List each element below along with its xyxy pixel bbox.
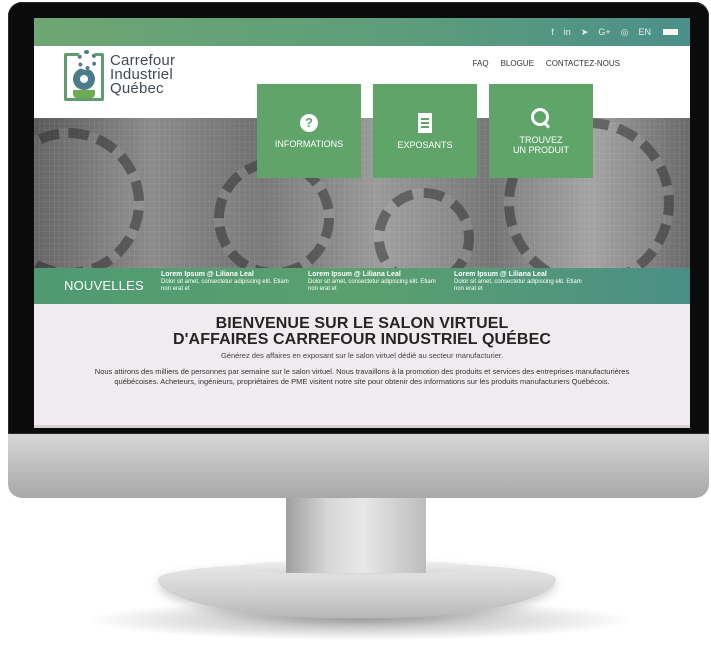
top-bar: f in ➤ G+ ◎ EN xyxy=(34,18,690,46)
main-nav: FAQ BLOGUE CONTACTEZ-NOUS xyxy=(473,59,620,68)
tile-exposants[interactable]: EXPOSANTS xyxy=(373,84,477,178)
language-switch[interactable]: EN xyxy=(638,27,651,37)
tile-trouvez-produit[interactable]: TROUVEZ UN PRODUIT xyxy=(489,84,593,178)
tile-informations-label: INFORMATIONS xyxy=(274,138,344,149)
tile-exposants-label: EXPOSANTS xyxy=(397,139,453,150)
facebook-icon[interactable]: f xyxy=(551,27,554,37)
welcome-paragraph: Nous attirons des milliers de personnes … xyxy=(94,367,630,386)
news-title: NOUVELLES xyxy=(64,278,144,293)
news-item-text: Dolor sit amet, consectetur adipiscing e… xyxy=(454,279,582,292)
logo-wordmark: Carrefour Industriel Québec xyxy=(110,53,175,97)
monitor-chin xyxy=(8,432,709,498)
tile-trouvez-label-2: UN PRODUIT xyxy=(513,144,569,155)
news-strip: NOUVELLES Lorem Ipsum @ Liliana Leal Dol… xyxy=(34,268,690,304)
gear-background-shape xyxy=(34,128,144,268)
gear-background-shape xyxy=(374,188,474,268)
gear-flask-logo-icon xyxy=(64,50,104,101)
welcome-heading-line-2: D'AFFAIRES CARREFOUR INDUSTRIEL QUÉBEC xyxy=(173,331,551,348)
twitter-icon[interactable]: ➤ xyxy=(581,27,589,37)
question-icon: ? xyxy=(300,113,318,132)
news-item-text: Dolor sit amet, consectetur adipiscing e… xyxy=(308,279,436,292)
news-item-title: Lorem Ipsum @ Liliana Leal xyxy=(308,271,401,278)
google-plus-icon[interactable]: G+ xyxy=(598,27,610,37)
news-item[interactable]: Lorem Ipsum @ Liliana Leal Dolor sit ame… xyxy=(308,271,438,293)
website-screen: f in ➤ G+ ◎ EN Carrefour Industriel Québ… xyxy=(34,18,690,428)
welcome-section: BIENVENUE SUR LE SALON VIRTUEL D'AFFAIRE… xyxy=(34,304,690,428)
news-item[interactable]: Lorem Ipsum @ Liliana Leal Dolor sit ame… xyxy=(454,271,584,293)
monitor-mockup: f in ➤ G+ ◎ EN Carrefour Industriel Québ… xyxy=(0,0,711,659)
logo-line-3: Québec xyxy=(110,80,164,97)
news-item-text: Dolor sit amet, consectetur adipiscing e… xyxy=(161,279,289,292)
news-item[interactable]: Lorem Ipsum @ Liliana Leal Dolor sit ame… xyxy=(161,271,291,293)
tile-informations[interactable]: ? INFORMATIONS xyxy=(257,84,361,178)
welcome-subtitle: Générez des affaires en exposant sur le … xyxy=(220,351,504,360)
nav-blog[interactable]: BLOGUE xyxy=(501,59,534,68)
linkedin-icon[interactable]: in xyxy=(564,27,571,37)
news-item-title: Lorem Ipsum @ Liliana Leal xyxy=(161,271,254,278)
welcome-heading-line-1: BIENVENUE SUR LE SALON VIRTUEL xyxy=(215,315,509,332)
site-logo[interactable]: Carrefour Industriel Québec xyxy=(64,50,204,101)
welcome-heading: BIENVENUE SUR LE SALON VIRTUEL D'AFFAIRE… xyxy=(34,316,690,348)
search-icon xyxy=(531,107,551,128)
building-icon xyxy=(418,112,432,133)
social-links: f in ➤ G+ ◎ EN xyxy=(551,18,678,46)
tile-trouvez-label-1: TROUVEZ xyxy=(519,134,563,145)
monitor-stand xyxy=(286,497,426,573)
section-divider xyxy=(34,425,690,428)
hamburger-menu-icon[interactable] xyxy=(663,29,678,35)
instagram-icon[interactable]: ◎ xyxy=(621,27,629,37)
nav-contact[interactable]: CONTACTEZ-NOUS xyxy=(546,59,620,68)
news-item-title: Lorem Ipsum @ Liliana Leal xyxy=(454,271,547,278)
nav-faq[interactable]: FAQ xyxy=(473,59,489,68)
